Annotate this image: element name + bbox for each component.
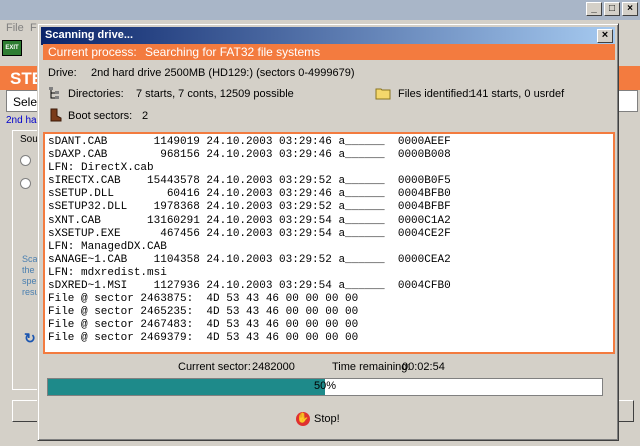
boot-sector-icon — [50, 108, 62, 122]
log-line: sIRECTX.CAB 15443578 24.10.2003 03:29:52… — [48, 175, 451, 188]
scan-progress-bar: 50% — [47, 378, 603, 396]
current-sector-label: Current sector: — [178, 361, 251, 373]
background-titlebar: _ □ × — [0, 0, 640, 20]
log-line: sSETUP.DLL 60416 24.10.2003 03:29:46 a__… — [48, 188, 451, 201]
log-line: LFN: ManagedDX.CAB — [48, 240, 167, 253]
scan-progress-text: 50% — [313, 380, 337, 392]
background-group-label: Sou — [20, 134, 38, 145]
log-line: sSETUP32.DLL 1978368 24.10.2003 03:29:52… — [48, 201, 451, 214]
background-side-text-3: spe — [22, 276, 37, 286]
scanning-drive-dialog: Scanning drive... × Current process: Sea… — [37, 23, 619, 441]
current-process-bar: Current process: Searching for FAT32 fil… — [43, 44, 615, 60]
log-line: sDAXP.CAB 968156 24.10.2003 03:29:46 a__… — [48, 149, 451, 162]
log-line: sDXRED~1.MSI 1127936 24.10.2003 03:29:54… — [48, 280, 451, 293]
close-button[interactable]: × — [622, 2, 638, 16]
stop-icon: ✋ — [296, 412, 310, 426]
dialog-close-button[interactable]: × — [597, 29, 613, 43]
log-line: File @ sector 2469379: 4D 53 43 46 00 00… — [48, 332, 359, 345]
scan-log-content: sDANT.CAB 1149019 24.10.2003 03:29:46 a_… — [45, 134, 607, 352]
scan-log[interactable]: sDANT.CAB 1149019 24.10.2003 03:29:46 a_… — [43, 132, 615, 354]
boot-sectors-label: Boot sectors: — [68, 110, 133, 122]
current-sector-value: 2482000 — [252, 361, 295, 373]
log-line: File @ sector 2467483: 4D 53 43 46 00 00… — [48, 319, 359, 332]
exit-toolbar-button[interactable]: EXIT — [2, 40, 22, 56]
folder-icon — [375, 88, 391, 100]
directory-tree-icon — [49, 87, 59, 99]
log-line: sXSETUP.EXE 467456 24.10.2003 03:29:54 a… — [48, 227, 451, 240]
log-line: File @ sector 2463875: 4D 53 43 46 00 00… — [48, 293, 359, 306]
refresh-icon[interactable]: ↻ — [24, 330, 36, 347]
drive-label: Drive: — [48, 67, 77, 79]
current-process-label: Current process: — [48, 45, 137, 59]
log-line: File @ sector 2465235: 4D 53 43 46 00 00… — [48, 306, 359, 319]
background-radio-2[interactable] — [20, 178, 31, 189]
log-line: LFN: DirectX.cab — [48, 162, 154, 175]
files-identified-label: Files identified: — [398, 88, 472, 100]
background-drive-link[interactable]: 2nd ha — [6, 115, 37, 126]
maximize-button[interactable]: □ — [604, 2, 620, 16]
background-side-text-1: Sca — [22, 254, 38, 264]
directories-value: 7 starts, 7 conts, 12509 possible — [136, 88, 294, 100]
files-identified-value: 141 starts, 0 usrdef — [470, 88, 565, 100]
log-line: LFN: mdxredist.msi — [48, 266, 167, 279]
background-side-text-2: the — [22, 265, 35, 275]
background-radio-1[interactable] — [20, 155, 31, 166]
menu-second[interactable]: F — [30, 22, 37, 34]
drive-value: 2nd hard drive 2500MB (HD129:) (sectors … — [91, 67, 355, 79]
directories-label: Directories: — [68, 88, 124, 100]
dialog-titlebar[interactable]: Scanning drive... × — [41, 27, 615, 45]
stop-label: Stop! — [314, 413, 340, 425]
time-remaining-value: 00:02:54 — [402, 361, 445, 373]
stop-button[interactable]: ✋ Stop! — [296, 408, 356, 430]
time-remaining-label: Time remaining: — [332, 361, 411, 373]
dialog-title: Scanning drive... — [45, 29, 134, 41]
background-window-controls: _ □ × — [586, 2, 638, 16]
menu-file[interactable]: File — [6, 22, 24, 34]
log-line: sXNT.CAB 13160291 24.10.2003 03:29:54 a_… — [48, 214, 451, 227]
minimize-button[interactable]: _ — [586, 2, 602, 16]
current-process-value: Searching for FAT32 file systems — [145, 45, 321, 59]
log-line: sANAGE~1.CAB 1104358 24.10.2003 03:29:52… — [48, 253, 451, 266]
log-line: sDANT.CAB 1149019 24.10.2003 03:29:46 a_… — [48, 136, 451, 148]
boot-sectors-value: 2 — [142, 110, 149, 122]
